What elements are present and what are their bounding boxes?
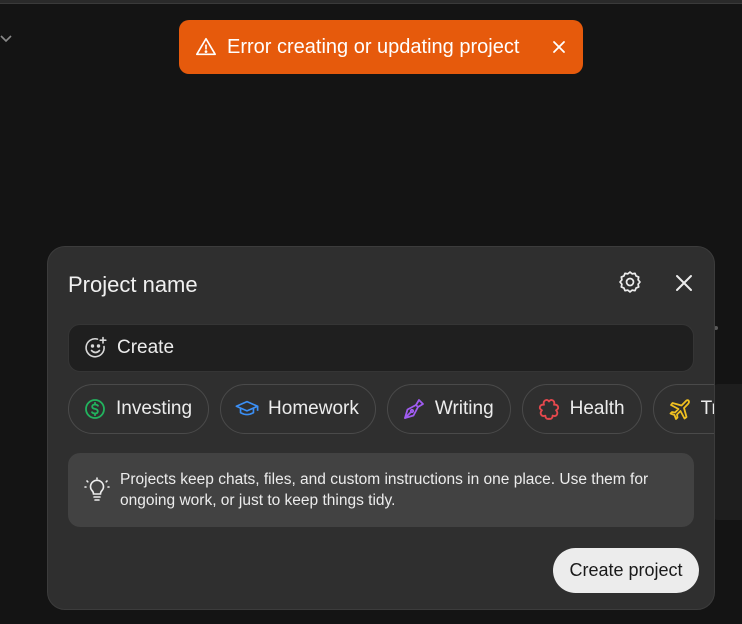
- chip-label: Travel: [700, 398, 714, 419]
- info-box: Projects keep chats, files, and custom i…: [68, 453, 694, 527]
- chip-writing[interactable]: Writing: [386, 384, 511, 434]
- graduation-cap-icon: [235, 397, 259, 421]
- background-panel: [712, 384, 742, 520]
- pen-icon: [402, 397, 426, 421]
- top-border: [0, 0, 742, 4]
- dialog-close-button[interactable]: [672, 271, 696, 295]
- project-name-field[interactable]: [68, 324, 694, 372]
- chip-health[interactable]: Health: [521, 384, 642, 434]
- toast-message: Error creating or updating project: [227, 35, 520, 58]
- category-chips: Investing Homework Writing Health T: [68, 384, 714, 434]
- lightbulb-icon: [84, 477, 110, 503]
- chip-label: Writing: [434, 398, 494, 419]
- chevron-down-icon: [0, 30, 14, 46]
- dollar-icon: [83, 397, 107, 421]
- warning-icon: [195, 36, 217, 58]
- create-project-dialog: Project name Create Investing Homework W…: [47, 246, 715, 610]
- gear-icon: [619, 271, 641, 293]
- error-toast: Error creating or updating project: [179, 20, 583, 74]
- chip-label: Homework: [268, 398, 359, 419]
- settings-button[interactable]: [617, 269, 643, 295]
- chip-label: Investing: [116, 398, 193, 419]
- chip-travel[interactable]: Travel: [652, 384, 714, 434]
- close-icon: [553, 41, 565, 53]
- info-text: Projects keep chats, files, and custom i…: [120, 471, 649, 509]
- health-icon: [537, 397, 561, 421]
- chip-label: Health: [569, 398, 625, 419]
- create-project-button[interactable]: Create project: [553, 548, 699, 593]
- plane-icon: [668, 397, 692, 421]
- close-icon: [676, 275, 692, 291]
- chip-investing[interactable]: Investing: [68, 384, 210, 434]
- project-name-input[interactable]: [117, 337, 657, 359]
- chip-homework[interactable]: Homework: [220, 384, 376, 434]
- emoji-add-icon[interactable]: [83, 335, 109, 361]
- dialog-title: Project name: [68, 272, 198, 297]
- toast-close-button[interactable]: [549, 37, 569, 57]
